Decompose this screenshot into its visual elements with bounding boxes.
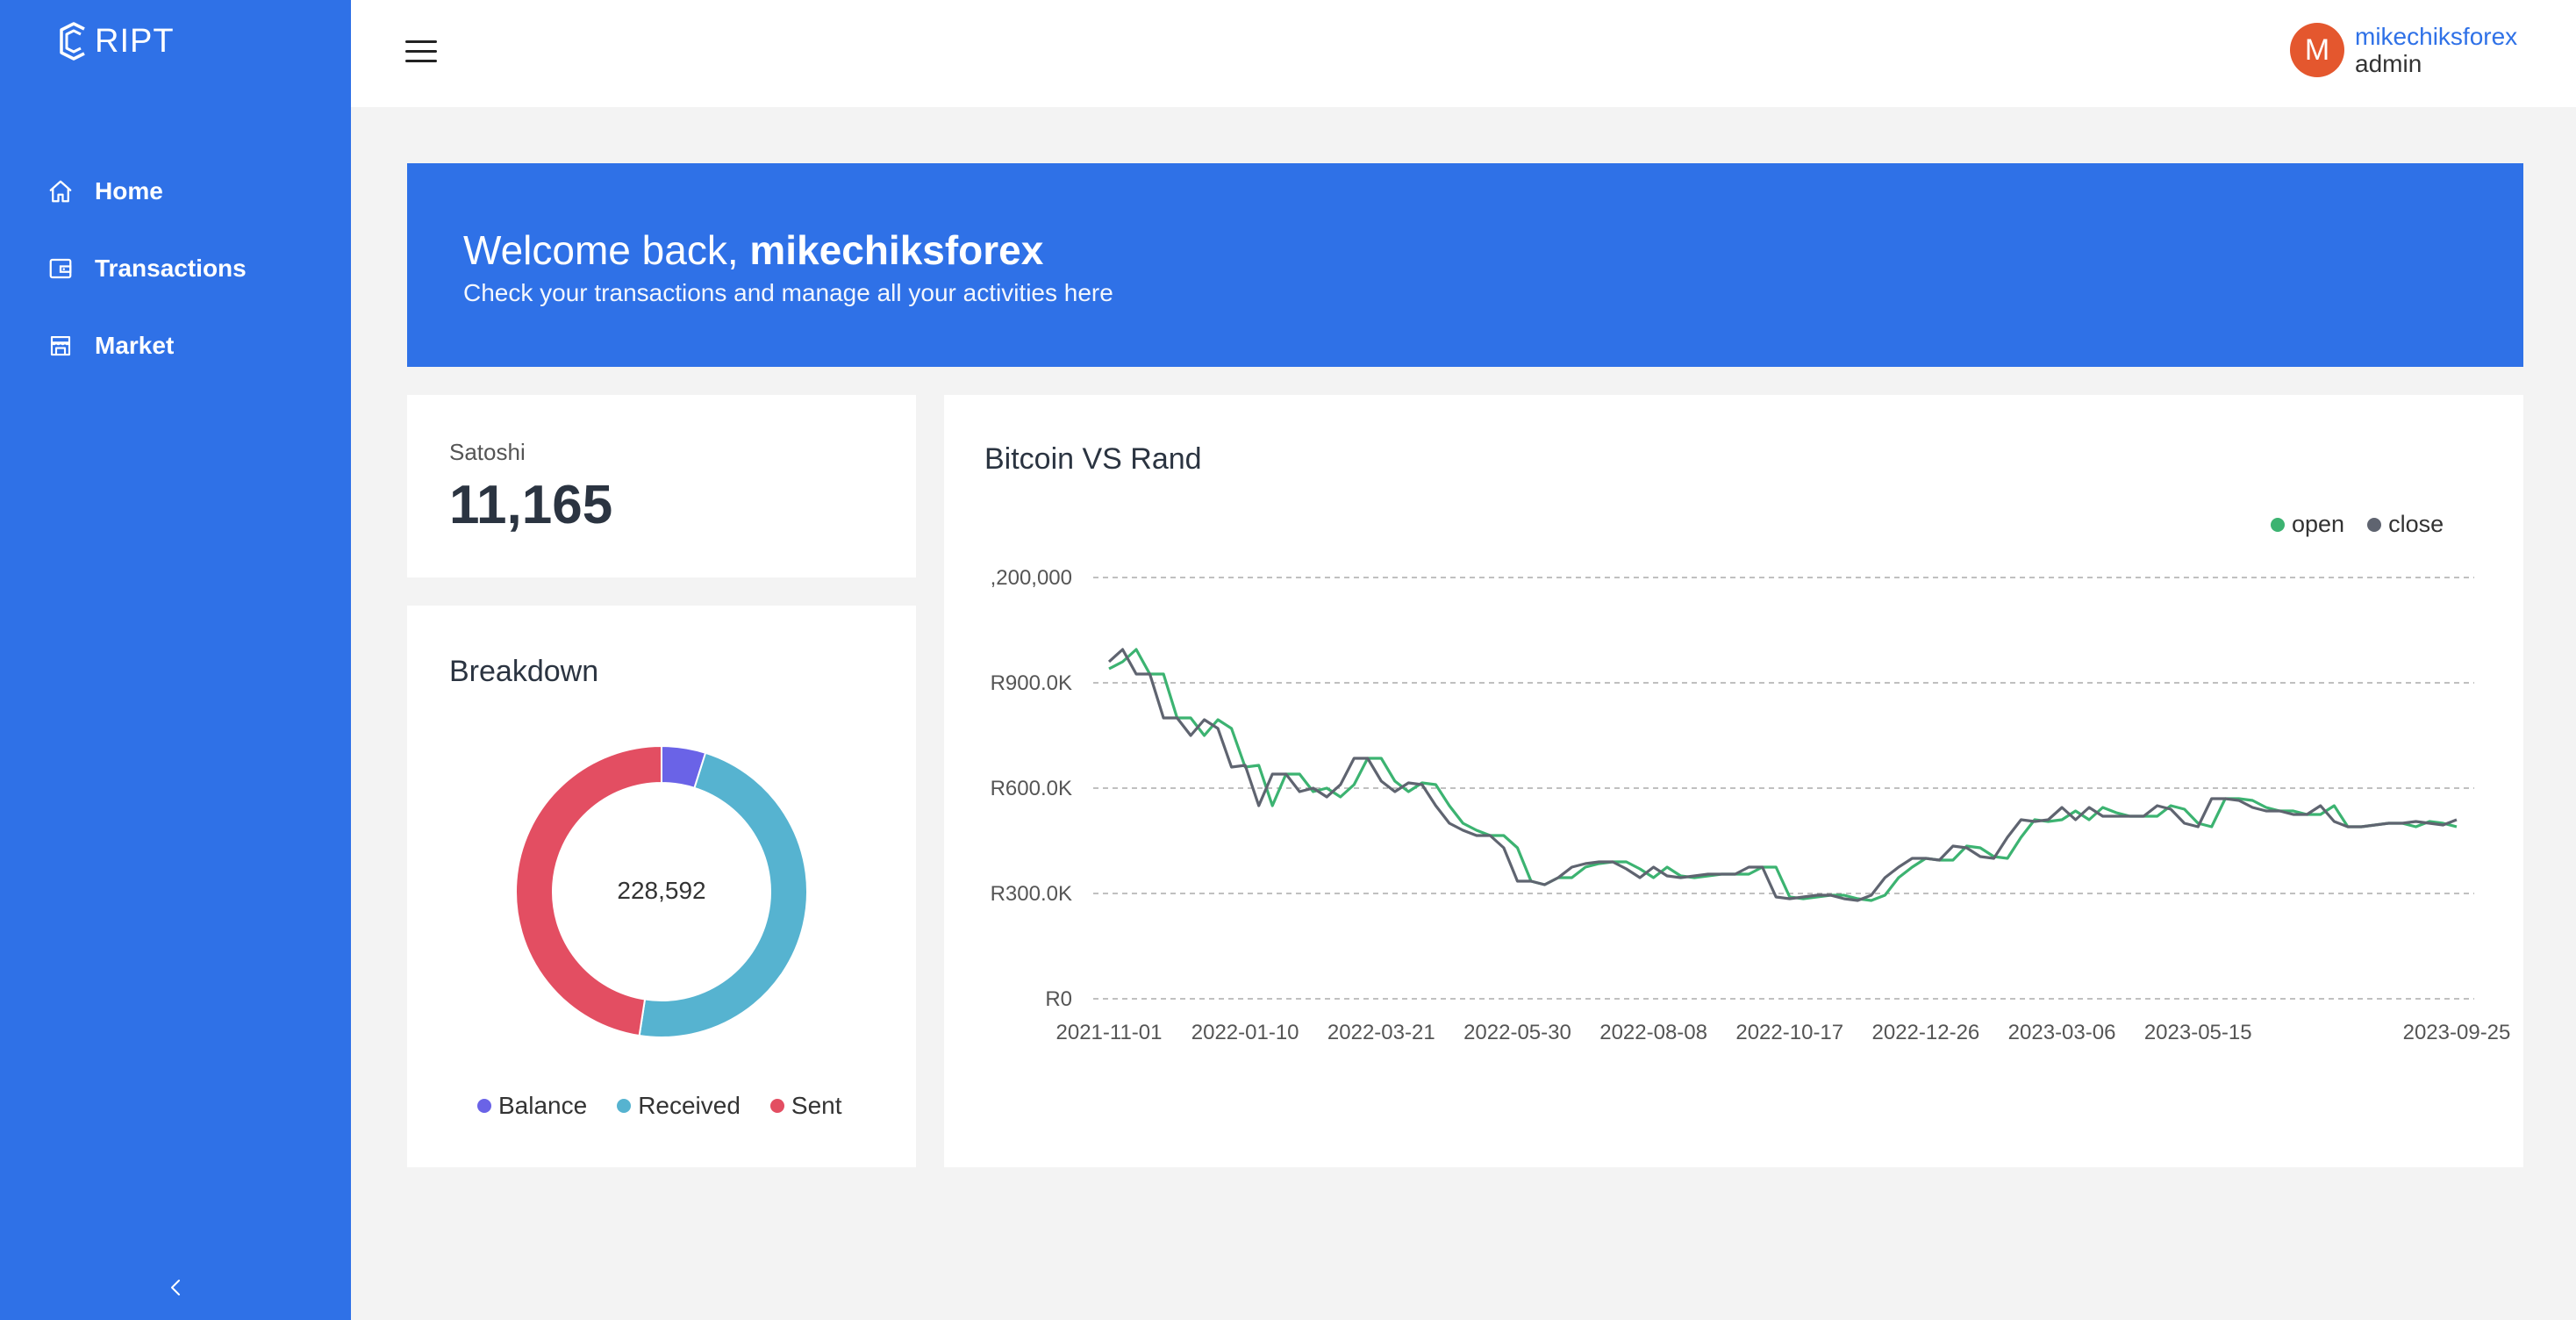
chevron-left-icon: [171, 1280, 180, 1295]
y-tick-label: ,200,000: [991, 566, 1072, 590]
x-tick-label: 2023-03-06: [2008, 1021, 2116, 1044]
balance-value: 11,165: [449, 475, 613, 535]
menu-toggle-button[interactable]: [405, 40, 437, 65]
x-tick-label: 2022-05-30: [1463, 1021, 1571, 1044]
hamburger-icon: [405, 40, 437, 43]
series-line-open[interactable]: [1108, 648, 2458, 902]
legend-dot: [769, 1099, 784, 1113]
y-tick-label: R600.0K: [991, 777, 1072, 800]
breakdown-legend: Balance Received Sent: [477, 1092, 872, 1120]
legend-item-sent[interactable]: Sent: [769, 1092, 842, 1120]
app-logo[interactable]: RIPT: [54, 19, 175, 63]
legend-dot: [617, 1099, 632, 1113]
legend-item-balance[interactable]: Balance: [477, 1092, 587, 1120]
logo-c-icon: [60, 22, 85, 61]
series-line-close[interactable]: [1107, 648, 2458, 902]
avatar[interactable]: M: [2290, 23, 2344, 77]
x-tick-label: 2023-09-25: [2403, 1021, 2511, 1044]
collapse-sidebar-button[interactable]: [163, 1274, 190, 1301]
sidebar-item-market[interactable]: Market: [47, 319, 174, 372]
store-icon: [50, 335, 71, 356]
sidebar-item-home[interactable]: Home: [47, 165, 163, 218]
welcome-subtitle: Check your transactions and manage all y…: [463, 279, 1113, 306]
breakdown-card: Breakdown 228,592 Balance Received Sent: [407, 606, 916, 1167]
breakdown-donut-chart: 228,592: [515, 744, 808, 1038]
balance-card: Satoshi 11,165: [407, 395, 916, 578]
x-tick-label: 2022-01-10: [1191, 1021, 1299, 1044]
legend-dot: [477, 1099, 491, 1113]
bitcoin-vs-rand-line-chart: R0 R300.0K R600.0K R900.0K ,200,000 2021-11-…: [991, 566, 2511, 1044]
x-tick-label: 2022-08-08: [1599, 1021, 1707, 1044]
y-tick-label: R900.0K: [991, 671, 1072, 695]
sidebar: RIPT Home Transactions Market: [0, 0, 351, 1320]
user-role: admin: [2355, 50, 2422, 77]
home-icon: [49, 180, 72, 203]
welcome-banner: Welcome back, mikechiksforex Check your …: [407, 163, 2523, 367]
x-tick-label: 2023-05-15: [2144, 1021, 2252, 1044]
x-tick-label: 2022-03-21: [1327, 1021, 1435, 1044]
sidebar-item-transactions[interactable]: Transactions: [47, 242, 247, 295]
price-chart-card: Bitcoin VS Rand open close R0 R300.0K R600…: [944, 395, 2523, 1167]
y-tick-label: R300.0K: [991, 882, 1072, 906]
x-tick-label: 2022-10-17: [1735, 1021, 1843, 1044]
sidebar-item-label: Market: [95, 332, 175, 359]
y-tick-label: R0: [1045, 987, 1072, 1011]
welcome-greeting: Welcome back,: [463, 227, 750, 273]
balance-label: Satoshi: [449, 439, 526, 465]
legend-item-received[interactable]: Received: [617, 1092, 741, 1120]
x-tick-label: 2021-11-01: [1056, 1021, 1163, 1044]
welcome-username: mikechiksforex: [749, 227, 1044, 273]
sidebar-item-label: Home: [95, 177, 163, 204]
legend-label: Received: [638, 1092, 741, 1119]
donut-center-value: 228,592: [617, 877, 705, 904]
legend-label: Sent: [791, 1092, 842, 1119]
logo-text: RIPT: [95, 22, 175, 60]
welcome-title: Welcome back, mikechiksforex: [463, 226, 1043, 274]
sidebar-item-label: Transactions: [95, 255, 247, 282]
wallet-icon: [49, 258, 72, 279]
top-header: M mikechiksforex admin: [351, 0, 2576, 107]
x-tick-label: 2022-12-26: [1872, 1021, 1980, 1044]
user-name[interactable]: mikechiksforex: [2355, 23, 2517, 51]
legend-label: Balance: [498, 1092, 588, 1119]
